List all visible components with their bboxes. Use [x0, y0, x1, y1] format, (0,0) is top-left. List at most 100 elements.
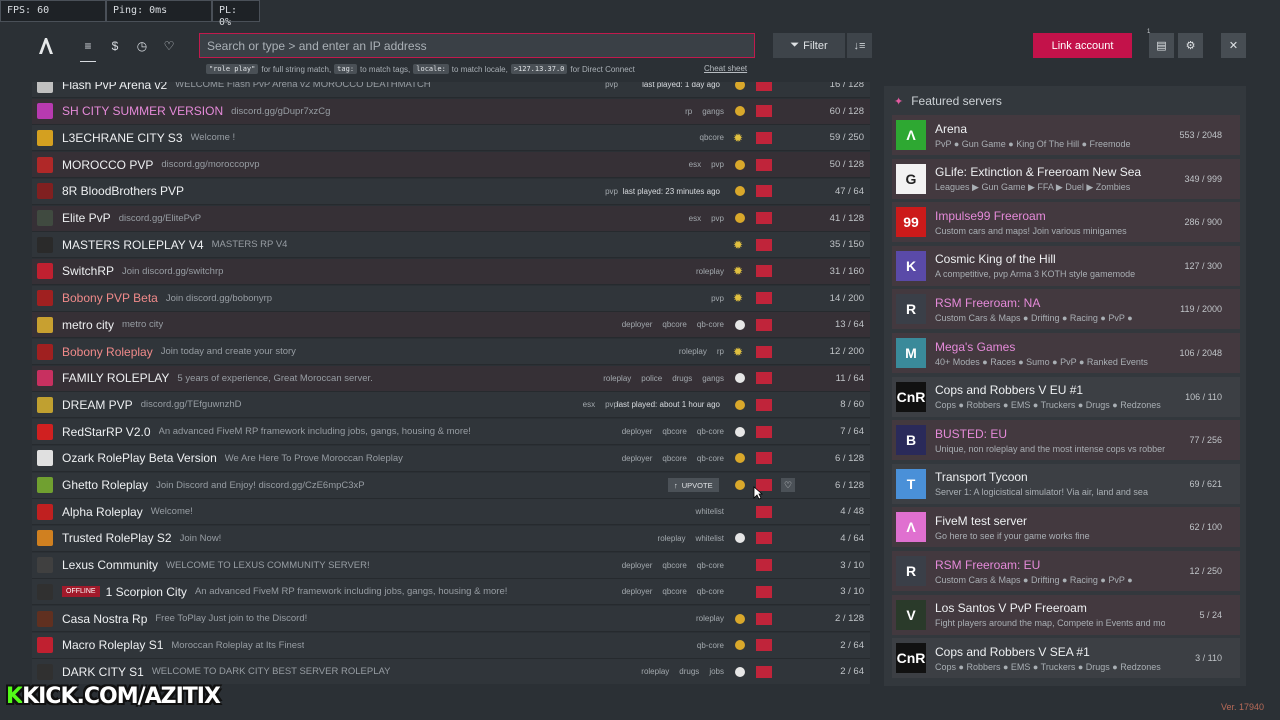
featured-server-card[interactable]: R RSM Freeroam: NA Custom Cars & Maps ● Dr… — [892, 289, 1240, 330]
server-row[interactable]: Casa Nostra Rp Free ToPlay Just join to t… — [32, 606, 870, 632]
server-tags: deployer qbcore qb-core — [622, 587, 724, 596]
server-tag[interactable]: qb-core — [697, 427, 724, 436]
history-icon[interactable]: ◷ — [130, 34, 154, 58]
server-tag[interactable]: qb-core — [697, 454, 724, 463]
server-tag[interactable]: roleplay — [658, 534, 686, 543]
featured-server-card[interactable]: M Mega's Games 40+ Modes ● Races ● Sumo ● … — [892, 333, 1240, 373]
featured-server-card[interactable]: B BUSTED: EU Unique, non roleplay and the … — [892, 420, 1240, 461]
server-tag[interactable]: esx — [689, 214, 701, 223]
server-row[interactable]: Macro Roleplay S1 Moroccan Roleplay at It… — [32, 632, 870, 659]
server-tag[interactable]: qbcore — [662, 427, 686, 436]
server-row[interactable]: Bobony PVP Beta Join discord.gg/bobonyrp p… — [32, 285, 870, 312]
server-tag[interactable]: esx — [583, 400, 595, 409]
server-row[interactable]: FAMILY ROLEPLAY 5 years of experience, Gr… — [32, 365, 870, 392]
server-icon — [37, 82, 53, 93]
fivem-logo-icon[interactable] — [36, 36, 56, 56]
server-row[interactable]: Alpha Roleplay Welcome! whitelist 4 / 48 — [32, 499, 870, 526]
game-build-icon — [735, 613, 745, 624]
server-tag[interactable]: deployer — [622, 587, 653, 596]
server-tag[interactable]: deployer — [622, 320, 653, 329]
server-row[interactable]: RedStarRP V2.0 An advanced FiveM RP frame… — [32, 419, 870, 446]
link-account-button[interactable]: Link account — [1033, 33, 1132, 58]
server-tag[interactable]: deployer — [622, 454, 653, 463]
server-row[interactable]: Lexus Community WELCOME TO LEXUS COMMUNIT… — [32, 552, 870, 579]
server-tag[interactable]: pvp — [711, 294, 724, 303]
server-tag[interactable]: deployer — [622, 561, 653, 570]
featured-server-card[interactable]: G GLife: Extinction & Freeroam New Sea Lea… — [892, 158, 1240, 199]
server-tag[interactable]: esx — [689, 160, 701, 169]
server-row[interactable]: DREAM PVP discord.gg/TEfguwnzhD esx pvp last… — [32, 392, 870, 419]
server-row[interactable]: Bobony Roleplay Join today and create you… — [32, 339, 870, 365]
featured-server-card[interactable]: CnR Cops and Robbers V SEA #1 Cops ● Robbe… — [892, 638, 1240, 679]
server-tag[interactable]: jobs — [709, 667, 724, 676]
server-list[interactable]: Flash PvP Arena v2 WELCOME Flash PvP Aren… — [32, 82, 870, 684]
server-tag[interactable]: gangs — [702, 374, 724, 383]
server-tag[interactable]: qb-core — [697, 641, 724, 650]
server-tag[interactable]: roleplay — [641, 667, 669, 676]
server-tag[interactable]: qbcore — [662, 561, 686, 570]
featured-server-card[interactable]: 99 Impulse99 Freeroam Custom cars and maps… — [892, 202, 1240, 243]
featured-server-card[interactable]: K Cosmic King of the Hill A competitive, p… — [892, 245, 1240, 286]
featured-server-card[interactable]: T Transport Tycoon Server 1: A logicistica… — [892, 463, 1240, 504]
server-row[interactable]: Elite PvP discord.gg/ElitePvP esx pvp 41 / 1… — [32, 205, 870, 232]
server-tag[interactable]: drugs — [679, 667, 699, 676]
server-search-input[interactable]: Search or type > and enter an IP address — [199, 33, 755, 58]
player-count: 2 / 64 — [840, 666, 864, 678]
server-row[interactable]: MOROCCO PVP discord.gg/moroccopvp esx pvp 50… — [32, 152, 870, 179]
close-button[interactable]: ✕ — [1221, 33, 1246, 58]
featured-server-card[interactable]: V Los Santos V PvP Freeroam Fight players … — [892, 594, 1240, 635]
server-row[interactable]: Ozark RolePlay Beta Version We Are Here T… — [32, 445, 870, 472]
featured-server-card[interactable]: Λ Arena PvP ● Gun Game ● King Of The Hill … — [892, 115, 1240, 155]
server-row[interactable]: Trusted RolePlay S2 Join Now! roleplay whit… — [32, 525, 870, 552]
favorites-heart-icon[interactable]: ♡ — [157, 34, 181, 58]
cheat-sheet-link[interactable]: Cheat sheet — [704, 64, 747, 73]
featured-server-card[interactable]: R RSM Freeroam: EU Custom Cars & Maps ● Dr… — [892, 551, 1240, 591]
server-tag[interactable]: roleplay — [696, 267, 724, 276]
sun-icon: ✹ — [733, 130, 744, 145]
server-tag[interactable]: pvp — [605, 82, 618, 89]
server-tag[interactable]: whitelist — [696, 534, 724, 543]
server-tag[interactable]: pvp — [711, 214, 724, 223]
server-tag[interactable]: rp — [717, 347, 724, 356]
server-row[interactable]: 8R BloodBrothers PVP pvp last played: 23 m… — [32, 178, 870, 205]
server-row[interactable]: MASTERS ROLEPLAY V4 MASTERS RP V4 ✹ 35 / 15… — [32, 232, 870, 259]
server-tag[interactable]: roleplay — [603, 374, 631, 383]
server-tag[interactable]: drugs — [672, 374, 692, 383]
server-tag[interactable]: gangs — [702, 107, 724, 116]
notifications-button[interactable]: ▤ — [1149, 33, 1174, 58]
server-row[interactable]: Ghetto Roleplay Join Discord and Enjoy! d… — [32, 472, 870, 499]
featured-server-card[interactable]: Λ FiveM test server Go here to see if your… — [892, 507, 1240, 548]
favorite-heart-icon[interactable]: ♡ — [781, 478, 795, 492]
server-tag[interactable]: qbcore — [700, 133, 724, 142]
server-tag[interactable]: deployer — [622, 427, 653, 436]
server-row[interactable]: OFFLINE 1 Scorpion City An advanced FiveM … — [32, 579, 870, 606]
server-tag[interactable]: qb-core — [697, 561, 724, 570]
featured-server-card[interactable]: CnR Cops and Robbers V EU #1 Cops ● Robber… — [892, 376, 1240, 417]
settings-button[interactable]: ⚙ — [1178, 33, 1203, 58]
server-description: Join Now! — [179, 532, 222, 544]
upvote-button[interactable]: ↑ UPVOTE — [668, 478, 719, 492]
server-row[interactable]: metro city metro city deployer qbcore qb-cor… — [32, 312, 870, 339]
server-tag[interactable]: roleplay — [696, 614, 724, 623]
server-tag[interactable]: qbcore — [662, 454, 686, 463]
premium-icon[interactable]: $ — [103, 34, 127, 58]
server-name: SwitchRP — [62, 264, 115, 279]
server-tag[interactable]: police — [641, 374, 662, 383]
server-row[interactable]: SwitchRP Join discord.gg/switchrp roleplay… — [32, 258, 870, 285]
server-tag[interactable]: qbcore — [662, 320, 686, 329]
server-tag[interactable]: qb-core — [697, 587, 724, 596]
server-row[interactable]: L3ECHRANE CITY S3 Welcome ! qbcore ✹ 59 / 25… — [32, 125, 870, 152]
server-tag[interactable]: pvp — [711, 160, 724, 169]
filter-button[interactable]: ⏷ Filter — [773, 33, 845, 58]
server-tag[interactable]: rp — [685, 107, 692, 116]
server-tag[interactable]: qb-core — [697, 320, 724, 329]
game-build-icon — [735, 159, 745, 170]
server-tag[interactable]: roleplay — [679, 347, 707, 356]
server-tag[interactable]: pvp — [605, 187, 618, 196]
server-tag[interactable]: whitelist — [696, 507, 724, 516]
server-row[interactable]: Flash PvP Arena v2 WELCOME Flash PvP Aren… — [32, 82, 870, 98]
server-tag[interactable]: qbcore — [662, 587, 686, 596]
server-row[interactable]: SH CITY SUMMER VERSION discord.gg/gDupr7x… — [32, 98, 870, 125]
sort-button[interactable]: ↓≡ — [847, 33, 872, 58]
servers-list-icon[interactable]: ≡ — [76, 34, 100, 62]
